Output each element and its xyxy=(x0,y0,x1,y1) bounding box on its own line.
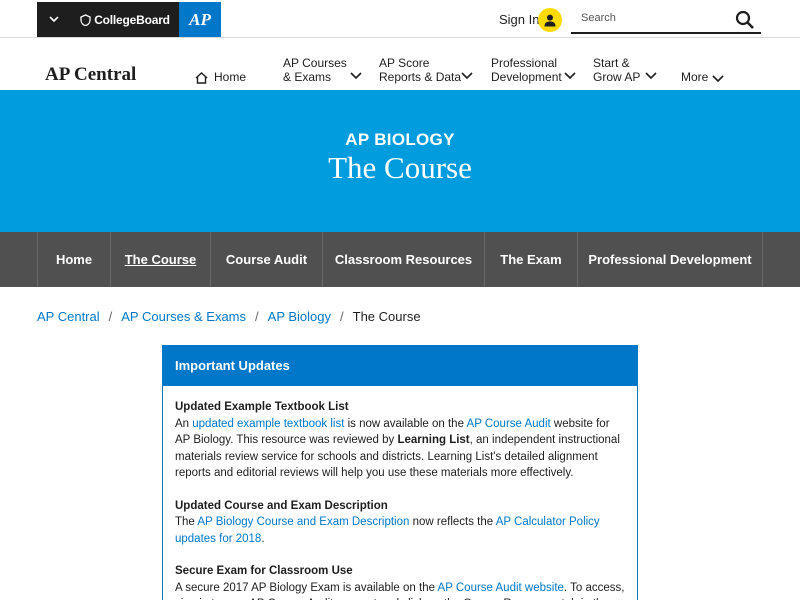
nav-item-start-line2: Grow AP xyxy=(593,70,641,84)
collegeboard-logo[interactable]: CollegeBoard xyxy=(71,2,179,37)
chevron-down-icon xyxy=(49,16,59,23)
text: An xyxy=(175,417,193,430)
chevron-down-icon[interactable] xyxy=(564,72,576,80)
nav-item-start-grow[interactable]: Start & Grow AP xyxy=(593,56,640,84)
utility-bar: CollegeBoard AP Sign In xyxy=(0,0,800,38)
chevron-down-icon[interactable] xyxy=(461,72,473,80)
site-title[interactable]: AP Central xyxy=(45,64,136,86)
user-icon xyxy=(544,14,556,26)
learning-list-text: Learning List xyxy=(397,434,470,446)
text: is now available on the xyxy=(344,417,467,430)
nav-item-home-label: Home xyxy=(214,70,247,84)
nav-item-pd-line1: Professional xyxy=(491,56,558,70)
nav-item-score-reports[interactable]: AP Score Reports & Data xyxy=(379,56,461,84)
update-heading: Updated Example Textbook List xyxy=(175,401,349,413)
tab-classroom-resources-label: Classroom Resources xyxy=(334,252,473,267)
textbook-list-link[interactable]: updated example textbook list xyxy=(192,418,344,430)
tab-the-course-label: The Course xyxy=(124,252,197,267)
divider xyxy=(762,232,763,287)
breadcrumb: AP Central / AP Courses & Exams / AP Biology… xyxy=(37,309,421,324)
acorn-icon xyxy=(80,13,91,26)
menu-toggle-button[interactable] xyxy=(37,2,71,37)
course-subnav: Home The Course Course Audit Classroom R… xyxy=(0,232,800,287)
tab-the-exam[interactable]: The Exam xyxy=(484,232,577,287)
course-audit-website-link[interactable]: AP Course Audit website xyxy=(438,582,564,594)
tab-classroom-resources[interactable]: Classroom Resources xyxy=(322,232,484,287)
ap-logo[interactable]: AP xyxy=(179,2,221,37)
collegeboard-logo-text: CollegeBoard xyxy=(94,12,170,27)
search-input[interactable] xyxy=(581,12,731,24)
tab-course-audit[interactable]: Course Audit xyxy=(210,232,322,287)
panel-header: Important Updates xyxy=(163,346,637,386)
update-text: An updated example textbook list is now … xyxy=(175,416,625,482)
nav-item-score-reports-line2: Reports & Data xyxy=(379,70,462,84)
sign-in-link[interactable]: Sign In xyxy=(499,12,539,27)
update-text: The AP Biology Course and Exam Descripti… xyxy=(175,514,625,547)
update-heading: Secure Exam for Classroom Use xyxy=(175,565,353,577)
nav-item-more[interactable]: More xyxy=(681,70,708,84)
tab-professional-development[interactable]: Professional Development xyxy=(577,232,762,287)
breadcrumb-current: The Course xyxy=(352,309,421,324)
chevron-down-icon[interactable] xyxy=(712,75,724,83)
important-updates-panel: Important Updates Updated Example Textbo… xyxy=(162,345,638,600)
hero-banner: AP BIOLOGY The Course xyxy=(0,90,800,232)
breadcrumb-link[interactable]: AP Courses & Exams xyxy=(121,309,246,324)
nav-item-professional-development[interactable]: Professional Development xyxy=(491,56,562,84)
nav-item-courses-line1: AP Courses xyxy=(283,56,347,70)
panel-body: Updated Example Textbook List An updated… xyxy=(163,386,637,600)
tab-home[interactable]: Home xyxy=(37,232,110,287)
breadcrumb-link[interactable]: AP Central xyxy=(37,309,100,324)
nav-item-more-label: More xyxy=(681,70,709,84)
main-nav: AP Central Home AP Courses & Exams AP Sc… xyxy=(0,38,800,90)
breadcrumb-separator: / xyxy=(340,309,344,324)
home-icon xyxy=(195,72,208,84)
tab-course-audit-label: Course Audit xyxy=(225,252,308,267)
hero-subtitle: AP BIOLOGY xyxy=(345,130,455,149)
breadcrumb-link[interactable]: AP Biology xyxy=(268,309,331,324)
text: . xyxy=(261,532,265,545)
ced-link[interactable]: AP Biology Course and Exam Description xyxy=(197,516,409,528)
text: A secure 2017 AP Biology Exam is availab… xyxy=(175,581,438,594)
nav-item-courses[interactable]: AP Courses & Exams xyxy=(283,56,347,84)
nav-item-pd-line2: Development xyxy=(491,70,562,84)
breadcrumb-separator: / xyxy=(255,309,259,324)
text: now reflects the xyxy=(409,516,496,528)
tab-home-label: Home xyxy=(55,252,93,267)
page-title: The Course xyxy=(328,150,472,185)
account-button[interactable] xyxy=(538,8,562,32)
nav-item-score-reports-line1: AP Score xyxy=(379,56,430,70)
text: The xyxy=(175,516,198,528)
chevron-down-icon[interactable] xyxy=(350,72,362,80)
chevron-down-icon[interactable] xyxy=(645,72,657,80)
search-icon[interactable] xyxy=(735,10,755,30)
tab-the-course[interactable]: The Course xyxy=(110,232,210,287)
nav-item-start-line1: Start & xyxy=(593,56,630,70)
update-text: A secure 2017 AP Biology Exam is availab… xyxy=(175,580,625,600)
nav-item-courses-line2: & Exams xyxy=(283,70,332,84)
tab-the-exam-label: The Exam xyxy=(500,252,562,267)
search-box xyxy=(571,6,761,34)
nav-item-home[interactable]: Home xyxy=(195,70,246,84)
tab-professional-development-label: Professional Development xyxy=(588,252,752,267)
breadcrumb-separator: / xyxy=(108,309,113,324)
update-heading: Updated Course and Exam Description xyxy=(175,499,388,512)
course-audit-link[interactable]: AP Course Audit xyxy=(467,418,551,430)
